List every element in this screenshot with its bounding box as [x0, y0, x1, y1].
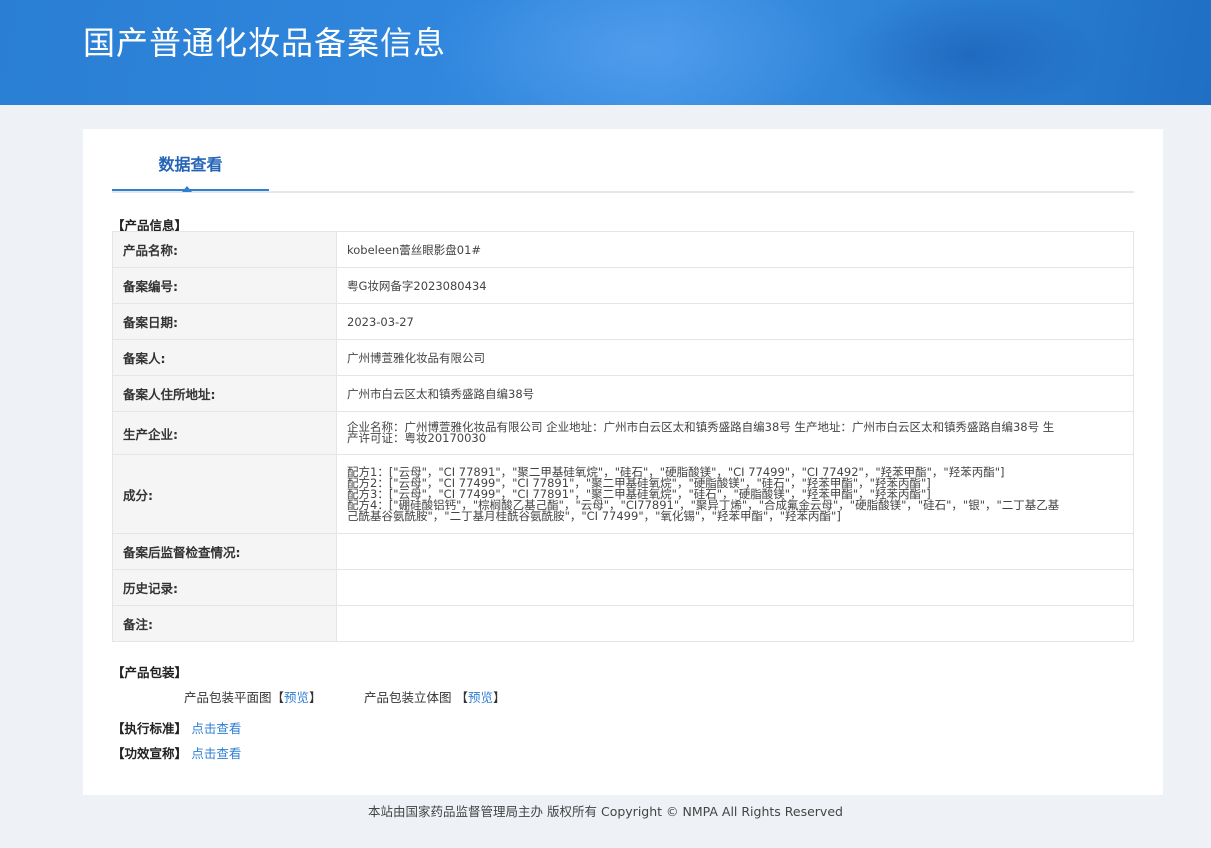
table-row: 备案编号: 粤G妆网备字2023080434: [112, 267, 1134, 304]
table-row: 备案日期: 2023-03-27: [112, 303, 1134, 340]
content-panel: 数据查看 【产品信息】 产品名称: kobeleen蕾丝眼影盘01# 备案编号:…: [83, 129, 1163, 795]
table-row: 备案人住所地址: 广州市白云区太和镇秀盛路自编38号: [112, 375, 1134, 412]
tab-active-indicator: [182, 186, 192, 192]
registration-number-value: 粤G妆网备字2023080434: [336, 267, 1134, 304]
tab-data-view[interactable]: 数据查看: [112, 129, 269, 191]
standard-view-link[interactable]: 点击查看: [191, 721, 241, 736]
row-label: 历史记录:: [112, 569, 337, 606]
section-efficacy: 【功效宣称】 点击查看: [112, 743, 241, 762]
table-row: 产品名称: kobeleen蕾丝眼影盘01#: [112, 231, 1134, 268]
table-row: 历史记录:: [112, 569, 1134, 606]
table-row: 备案人: 广州博萱雅化妆品有限公司: [112, 339, 1134, 376]
row-label: 备案日期:: [112, 303, 337, 340]
table-row: 备案后监督检查情况:: [112, 533, 1134, 570]
history-value: [336, 569, 1134, 606]
packaging-flat-preview-link[interactable]: 预览: [284, 690, 309, 705]
tab-bar: 数据查看: [112, 129, 1134, 193]
section-packaging: 【产品包装】: [112, 665, 188, 680]
registrant-address-value: 广州市白云区太和镇秀盛路自编38号: [336, 375, 1134, 412]
registration-date-value: 2023-03-27: [336, 303, 1134, 340]
row-label: 备案人:: [112, 339, 337, 376]
manufacturer-line: 产许可证：粤妆20170030: [347, 431, 487, 445]
section-efficacy-label: 【功效宣称】: [112, 746, 188, 761]
ingredient-line: 己酰基谷氨酰胺"，"二丁基月桂酰谷氨酰胺"，"CI 77499"，"氧化锡"，"…: [347, 508, 841, 523]
packaging-flat: 产品包装平面图【预览】: [184, 687, 322, 706]
page-title: 国产普通化妆品备案信息: [83, 24, 447, 62]
packaging-stereo-preview-link[interactable]: 预览: [468, 690, 493, 705]
ingredients-value: 配方1：["云母"，"CI 77891"，"聚二甲基硅氧烷"，"硅石"，"硬脂酸…: [336, 454, 1134, 534]
row-label: 备注:: [112, 605, 337, 642]
efficacy-view-link[interactable]: 点击查看: [191, 746, 241, 761]
packaging-stereo: 产品包装立体图 【预览】: [364, 687, 506, 706]
row-label: 生产企业:: [112, 411, 337, 455]
bracket-open: 【: [271, 690, 285, 705]
table-row: 备注:: [112, 605, 1134, 642]
remarks-value: [336, 605, 1134, 642]
bracket-open: 【: [455, 690, 469, 705]
table-row: 生产企业: 企业名称：广州博萱雅化妆品有限公司 企业地址：广州市白云区太和镇秀盛…: [112, 411, 1134, 455]
supervision-value: [336, 533, 1134, 570]
product-info-table: 产品名称: kobeleen蕾丝眼影盘01# 备案编号: 粤G妆网备字20230…: [112, 231, 1134, 642]
table-row: 成分: 配方1：["云母"，"CI 77891"，"聚二甲基硅氧烷"，"硅石"，…: [112, 454, 1134, 534]
packaging-flat-label: 产品包装平面图: [184, 690, 272, 705]
row-label: 备案编号:: [112, 267, 337, 304]
section-standard: 【执行标准】 点击查看: [112, 718, 241, 737]
row-label: 备案后监督检查情况:: [112, 533, 337, 570]
row-label: 备案人住所地址:: [112, 375, 337, 412]
header-banner: 国产普通化妆品备案信息: [0, 0, 1211, 105]
product-name-value: kobeleen蕾丝眼影盘01#: [336, 231, 1134, 268]
row-label: 产品名称:: [112, 231, 337, 268]
packaging-stereo-label: 产品包装立体图: [364, 690, 452, 705]
bracket-close: 】: [493, 690, 506, 705]
registrant-value: 广州博萱雅化妆品有限公司: [336, 339, 1134, 376]
bracket-close: 】: [309, 690, 322, 705]
row-label: 成分:: [112, 454, 337, 534]
footer-copyright: 本站由国家药品监督管理局主办 版权所有 Copyright © NMPA All…: [368, 804, 843, 819]
section-standard-label: 【执行标准】: [112, 721, 188, 736]
manufacturer-value: 企业名称：广州博萱雅化妆品有限公司 企业地址：广州市白云区太和镇秀盛路自编38号…: [336, 411, 1134, 455]
